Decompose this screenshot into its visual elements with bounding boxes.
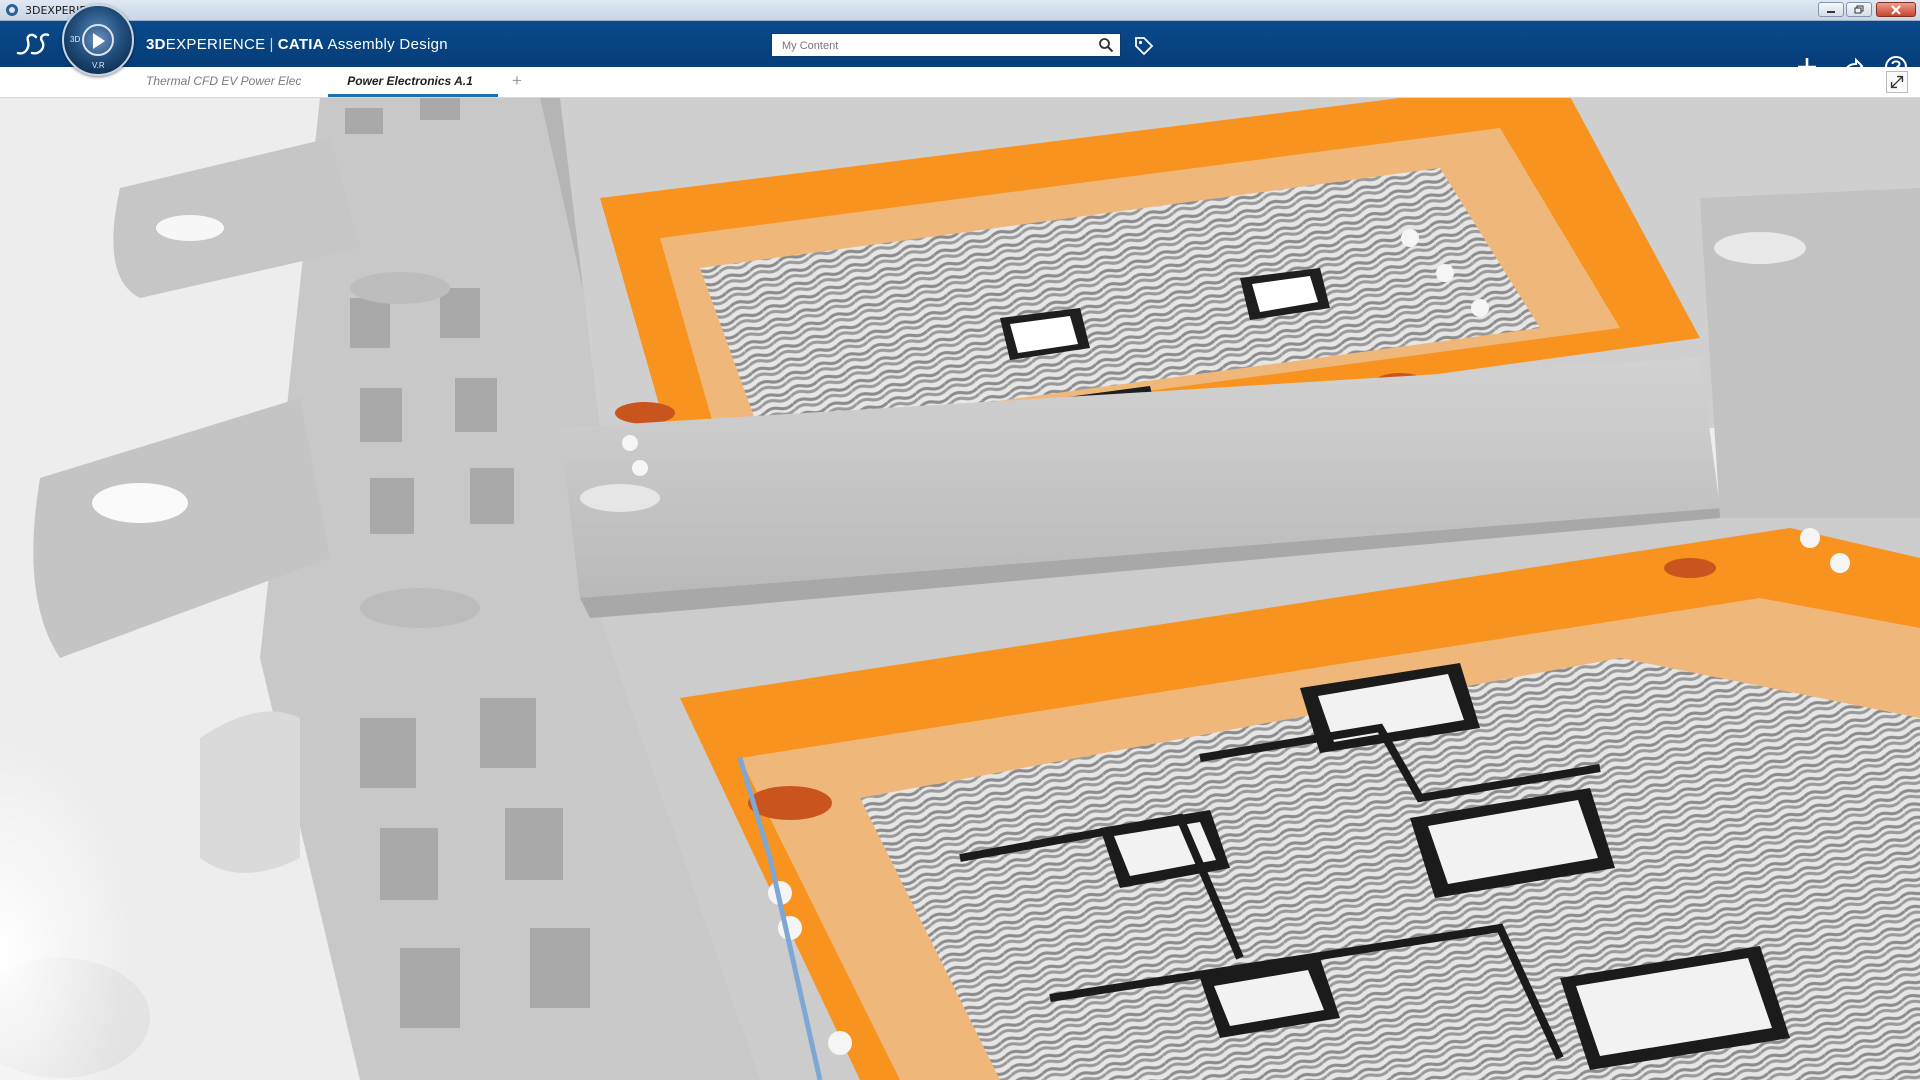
ds-logo-icon[interactable] [14, 29, 50, 59]
app-brand-title: 3DEXPERIENCE | CATIA Assembly Design [146, 36, 448, 53]
brand-prefix: 3D [146, 36, 166, 53]
compass-play-icon [93, 33, 105, 49]
minimize-button[interactable] [1818, 2, 1844, 17]
search-icon[interactable] [1098, 37, 1114, 53]
add-tab-button[interactable]: + [512, 71, 522, 91]
compass-mark-3d: 3D [70, 35, 81, 44]
search-box [771, 33, 1121, 57]
tab-bar: Thermal CFD EV Power Elec Power Electron… [0, 67, 1920, 98]
window-titlebar: 3DEXPERIENCE [0, 0, 1920, 21]
tab-thermal-cfd[interactable]: Thermal CFD EV Power Elec [146, 74, 318, 88]
close-button[interactable] [1876, 2, 1916, 17]
search-input[interactable] [780, 35, 1084, 57]
fullscreen-icon[interactable] [1886, 71, 1908, 93]
power-module-3d-model [0, 98, 1920, 1080]
3d-viewport[interactable] [0, 98, 1920, 1080]
brand-product: CATIA [277, 36, 324, 53]
tag-icon[interactable] [1133, 35, 1155, 57]
compass-mark-vr: V.R [92, 61, 105, 70]
brand-rest: EXPERIENCE [165, 36, 266, 53]
app-window-icon [6, 4, 18, 16]
minimize-icon [1827, 10, 1835, 13]
restore-icon [1854, 5, 1864, 14]
tab-power-electronics[interactable]: Power Electronics A.1 [330, 74, 490, 88]
active-tab-indicator [328, 94, 498, 97]
close-icon [1891, 4, 1901, 15]
restore-button[interactable] [1846, 2, 1872, 17]
brand-app-name: Assembly Design [327, 36, 448, 53]
compass-icon[interactable]: 3D V.R [62, 4, 134, 76]
brand-separator: | [269, 36, 274, 53]
